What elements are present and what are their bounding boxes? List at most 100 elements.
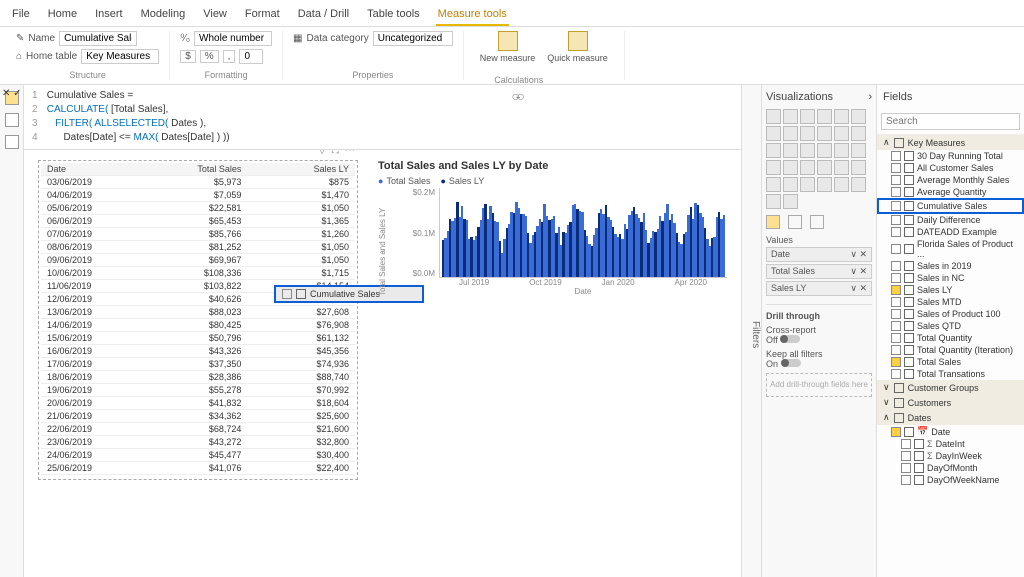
field-item[interactable]: Average Quantity [877, 186, 1024, 198]
drillthrough-dropzone[interactable]: Add drill-through fields here [766, 373, 872, 397]
measure-name-input[interactable] [59, 31, 137, 46]
col-header[interactable]: Total Sales [140, 163, 248, 176]
viz-type-icon[interactable] [800, 143, 815, 158]
field-item[interactable]: Total Quantity (Iteration) [877, 344, 1024, 356]
viz-type-icon[interactable] [834, 143, 849, 158]
field-item[interactable]: Sales of Product 100 [877, 308, 1024, 320]
col-header[interactable]: Sales LY [247, 163, 355, 176]
table-row[interactable]: 03/06/2019$5,973$875 [41, 176, 355, 189]
viz-type-icon[interactable] [834, 109, 849, 124]
filter-icon[interactable]: ▽ [318, 150, 326, 156]
new-measure-button[interactable]: New measure [474, 31, 542, 63]
field-item[interactable]: Sales in NC [877, 272, 1024, 284]
col-header[interactable]: Date [41, 163, 140, 176]
field-item[interactable]: Florida Sales of Product ... [877, 238, 1024, 260]
table-row[interactable]: 04/06/2019$7,059$1,470 [41, 189, 355, 202]
field-item[interactable]: Sales MTD [877, 296, 1024, 308]
field-item[interactable]: Daily Difference [877, 214, 1024, 226]
viz-type-icon[interactable] [783, 126, 798, 141]
quick-measure-button[interactable]: Quick measure [541, 31, 614, 63]
field-item[interactable]: ΣDateInt [877, 438, 1024, 450]
field-item[interactable]: Sales LY [877, 284, 1024, 296]
keep-filters-toggle[interactable] [781, 359, 801, 367]
fields-search-input[interactable] [881, 113, 1020, 130]
tab-data-drill[interactable]: Data / Drill [296, 4, 351, 26]
currency-button[interactable]: $ [180, 50, 196, 63]
viz-type-icon[interactable] [851, 126, 866, 141]
field-well[interactable]: Total Sales∨ ✕ [766, 264, 872, 279]
table-row[interactable]: 14/06/2019$80,425$76,908 [41, 319, 355, 332]
tab-table-tools[interactable]: Table tools [365, 4, 422, 26]
field-item[interactable]: Total Sales [877, 356, 1024, 368]
field-item[interactable]: Total Transations [877, 368, 1024, 380]
field-item[interactable]: Average Monthly Sales [877, 174, 1024, 186]
viz-type-icon[interactable] [783, 143, 798, 158]
viz-type-icon[interactable] [834, 160, 849, 175]
field-table[interactable]: ∨ Customer Groups [877, 380, 1024, 395]
focus-icon[interactable]: ⛶ [332, 150, 339, 156]
table-row[interactable]: 25/06/2019$41,076$22,400 [41, 462, 355, 475]
field-item[interactable]: Sales QTD [877, 320, 1024, 332]
table-row[interactable]: 06/06/2019$65,453$1,365 [41, 215, 355, 228]
field-item[interactable]: DayOfMonth [877, 462, 1024, 474]
viz-type-icon[interactable] [800, 109, 815, 124]
table-row[interactable]: 18/06/2019$28,386$88,740 [41, 371, 355, 384]
viz-type-icon[interactable] [817, 177, 832, 192]
chart-visual[interactable]: Total Sales and Sales LY by Date Total S… [378, 160, 727, 310]
table-row[interactable]: 09/06/2019$69,967$1,050 [41, 254, 355, 267]
viz-type-icon[interactable] [783, 109, 798, 124]
viz-type-icon[interactable] [817, 160, 832, 175]
comma-button[interactable]: , [223, 50, 236, 63]
field-item[interactable]: Sales in 2019 [877, 260, 1024, 272]
field-item[interactable]: DATEADD Example [877, 226, 1024, 238]
tab-file[interactable]: File [10, 4, 32, 26]
table-row[interactable]: 16/06/2019$43,326$45,356 [41, 345, 355, 358]
table-row[interactable]: 21/06/2019$34,362$25,600 [41, 410, 355, 423]
analytics-tab-icon[interactable] [810, 215, 824, 229]
viz-type-icon[interactable] [800, 177, 815, 192]
chevron-right-icon[interactable]: › [868, 91, 872, 103]
viz-type-icon[interactable] [783, 160, 798, 175]
field-table[interactable]: ∨ Customers [877, 395, 1024, 410]
field-table[interactable]: ∧ Dates [877, 410, 1024, 425]
table-row[interactable]: 07/06/2019$85,766$1,260 [41, 228, 355, 241]
datacat-input[interactable] [373, 31, 453, 46]
field-item[interactable]: 30 Day Running Total [877, 150, 1024, 162]
viz-type-icon[interactable] [834, 126, 849, 141]
table-row[interactable]: 08/06/2019$81,252$1,050 [41, 241, 355, 254]
viz-type-icon[interactable] [851, 143, 866, 158]
viz-type-icon[interactable] [766, 160, 781, 175]
tab-home[interactable]: Home [46, 4, 79, 26]
table-row[interactable]: 24/06/2019$45,477$30,400 [41, 449, 355, 462]
field-item[interactable]: All Customer Sales [877, 162, 1024, 174]
viz-type-icon[interactable] [851, 177, 866, 192]
formula-bar[interactable]: ✕ ✓ 1 Cumulative Sales = 2 CALCULATE( [T… [24, 85, 741, 150]
model-view-icon[interactable] [5, 135, 19, 149]
tab-format[interactable]: Format [243, 4, 282, 26]
more-icon[interactable]: ⋯ [345, 150, 355, 156]
tab-view[interactable]: View [201, 4, 229, 26]
viz-type-icon[interactable] [817, 109, 832, 124]
field-item[interactable]: ΣDayInWeek [877, 450, 1024, 462]
viz-type-icon[interactable] [851, 109, 866, 124]
tab-modeling[interactable]: Modeling [139, 4, 188, 26]
viz-type-icon[interactable] [766, 126, 781, 141]
viz-type-icon[interactable] [851, 160, 866, 175]
drag-field-chip[interactable]: Cumulative Sales [274, 285, 424, 303]
fields-tab-icon[interactable] [766, 215, 780, 229]
format-input[interactable] [194, 31, 272, 46]
decimals-input[interactable] [239, 49, 263, 64]
viz-type-icon[interactable] [834, 177, 849, 192]
table-row[interactable]: 23/06/2019$43,272$32,800 [41, 436, 355, 449]
field-item[interactable]: Cumulative Sales [877, 198, 1024, 214]
table-visual[interactable]: ▽⛶⋯ DateTotal SalesSales LY03/06/2019$5,… [38, 160, 358, 480]
filters-pane-collapsed[interactable]: Filters [741, 85, 761, 577]
table-row[interactable]: 22/06/2019$68,724$21,600 [41, 423, 355, 436]
viz-type-icon[interactable] [766, 143, 781, 158]
viz-type-icon[interactable] [766, 109, 781, 124]
field-item[interactable]: DayOfWeekName [877, 474, 1024, 486]
viz-type-icon[interactable] [800, 126, 815, 141]
table-row[interactable]: 05/06/2019$22,581$1,050 [41, 202, 355, 215]
field-table[interactable]: ∧ Key Measures [877, 135, 1024, 150]
table-row[interactable]: 15/06/2019$50,796$61,132 [41, 332, 355, 345]
